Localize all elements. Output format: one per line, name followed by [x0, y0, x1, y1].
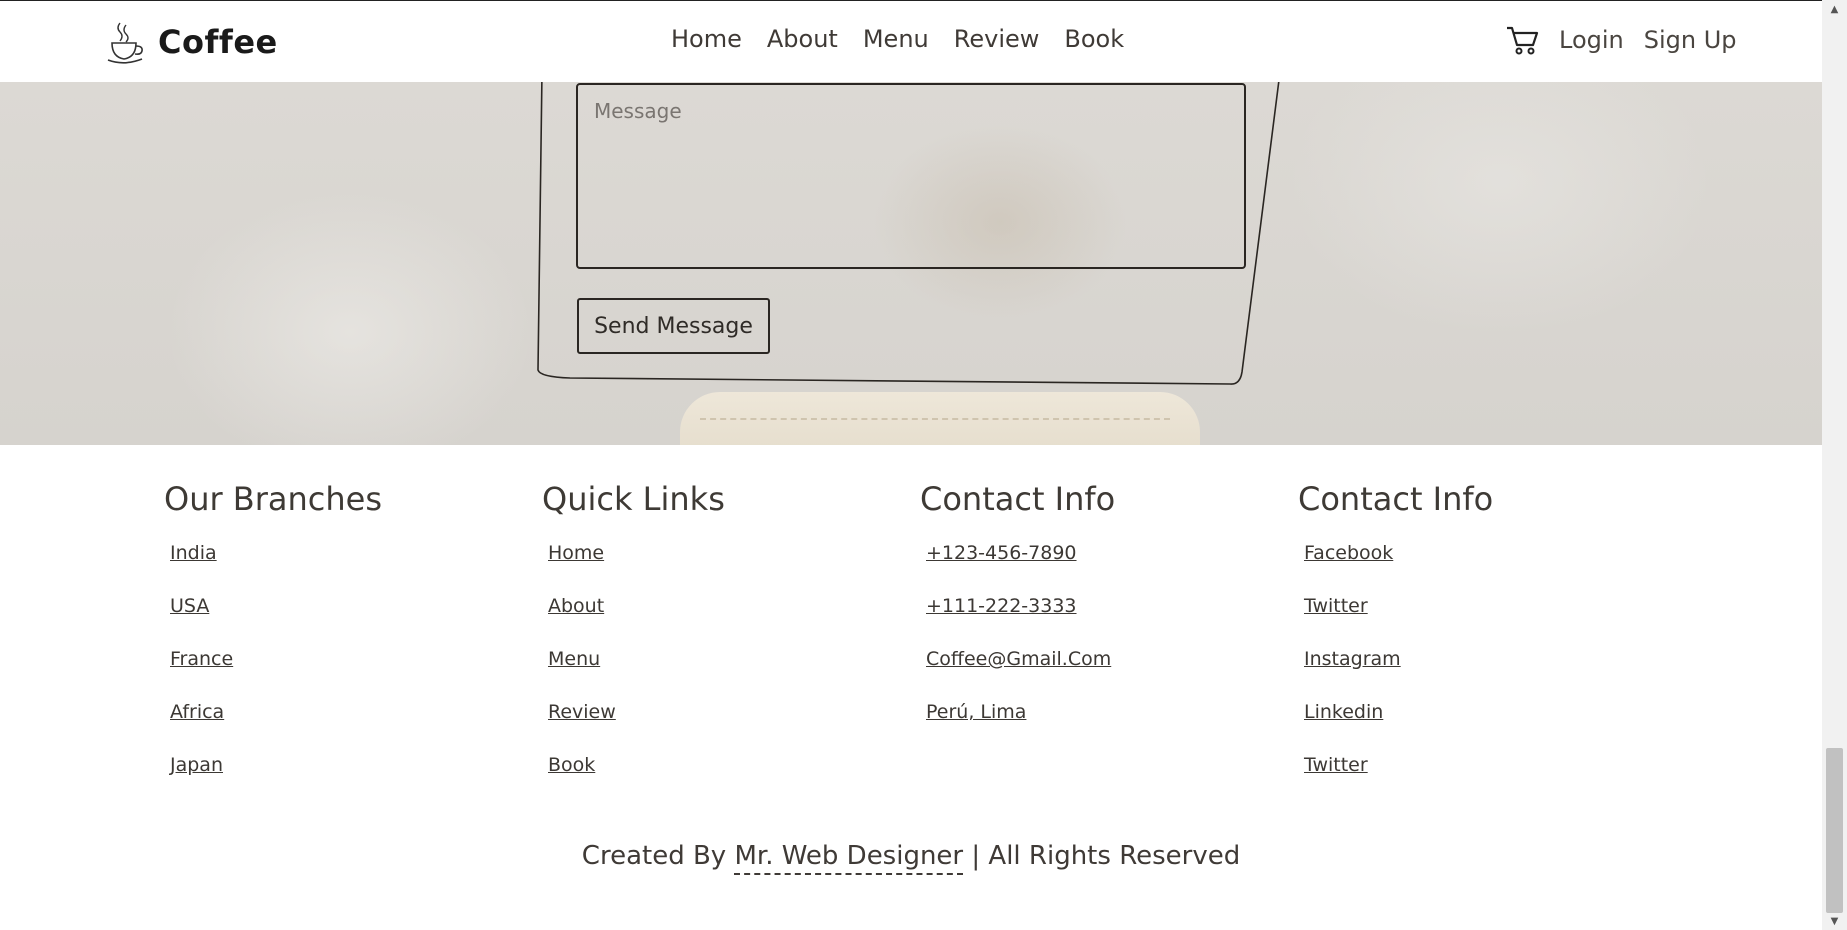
- coffee-cup-icon: [107, 22, 143, 64]
- branch-link[interactable]: Japan: [170, 750, 382, 803]
- social-link[interactable]: Twitter: [1304, 750, 1493, 803]
- social-link[interactable]: Instagram: [1304, 644, 1493, 697]
- signup-link[interactable]: Sign Up: [1644, 26, 1737, 54]
- footer-title-branches: Our Branches: [164, 480, 383, 518]
- header: Coffee Home About Menu Review Book Login…: [0, 0, 1822, 82]
- login-link[interactable]: Login: [1559, 26, 1624, 54]
- send-message-button[interactable]: Send Message: [577, 298, 770, 354]
- nav-review[interactable]: Review: [954, 25, 1040, 53]
- quick-link[interactable]: Book: [548, 750, 725, 803]
- social-link[interactable]: Linkedin: [1304, 697, 1493, 750]
- branch-link[interactable]: France: [170, 644, 382, 697]
- contact-location-link[interactable]: Perú, Lima: [926, 697, 1115, 750]
- credit-author-link[interactable]: Mr. Web Designer: [734, 841, 964, 875]
- account-nav: Login Sign Up: [1505, 23, 1757, 57]
- main-nav: Home About Menu Review Book: [671, 25, 1149, 53]
- footer-branches: Our Branches India USA France Africa Jap…: [164, 480, 382, 803]
- credit-prefix: Created By: [581, 841, 727, 871]
- branch-link[interactable]: USA: [170, 591, 382, 644]
- footer-title-contact: Contact Info: [920, 480, 1116, 518]
- footer-title-social: Contact Info: [1298, 480, 1494, 518]
- contact-form-section: Message Send Message: [0, 82, 1822, 445]
- footer-quick-links: Quick Links Home About Menu Review Book: [542, 480, 725, 803]
- footer-title-quick-links: Quick Links: [542, 480, 725, 518]
- nav-about[interactable]: About: [767, 25, 838, 53]
- quick-link[interactable]: Menu: [548, 644, 725, 697]
- brand-name: Coffee: [158, 23, 278, 61]
- branch-link[interactable]: India: [170, 538, 382, 591]
- nav-menu[interactable]: Menu: [863, 25, 929, 53]
- credit-suffix: | All Rights Reserved: [971, 841, 1241, 871]
- scroll-down-arrow-icon[interactable]: ▼: [1822, 912, 1847, 930]
- message-textarea[interactable]: Message: [576, 83, 1246, 269]
- nav-home[interactable]: Home: [671, 25, 742, 53]
- footer-contact-info: Contact Info +123-456-7890 +111-222-3333…: [920, 480, 1115, 750]
- nav-book[interactable]: Book: [1064, 25, 1124, 53]
- scroll-up-arrow-icon[interactable]: ▲: [1822, 0, 1847, 18]
- footer-credit: Created By Mr. Web Designer | All Rights…: [0, 841, 1822, 875]
- scrollbar-thumb[interactable]: [1826, 748, 1843, 913]
- cart-icon[interactable]: [1505, 23, 1539, 57]
- quick-link[interactable]: About: [548, 591, 725, 644]
- footer-social-links: Contact Info Facebook Twitter Instagram …: [1298, 480, 1493, 803]
- quick-link[interactable]: Home: [548, 538, 725, 591]
- bag-seam-decoration: [700, 418, 1170, 420]
- logo[interactable]: Coffee: [106, 19, 278, 65]
- branch-link[interactable]: Africa: [170, 697, 382, 750]
- scrollbar[interactable]: ▲ ▼: [1822, 0, 1847, 930]
- page: Coffee Home About Menu Review Book Login…: [0, 0, 1822, 930]
- message-placeholder: Message: [594, 99, 682, 123]
- quick-link[interactable]: Review: [548, 697, 725, 750]
- social-link[interactable]: Twitter: [1304, 591, 1493, 644]
- contact-phone-link[interactable]: +123-456-7890: [926, 538, 1115, 591]
- contact-email-link[interactable]: Coffee@Gmail.Com: [926, 644, 1115, 697]
- contact-phone-link[interactable]: +111-222-3333: [926, 591, 1115, 644]
- social-link[interactable]: Facebook: [1304, 538, 1493, 591]
